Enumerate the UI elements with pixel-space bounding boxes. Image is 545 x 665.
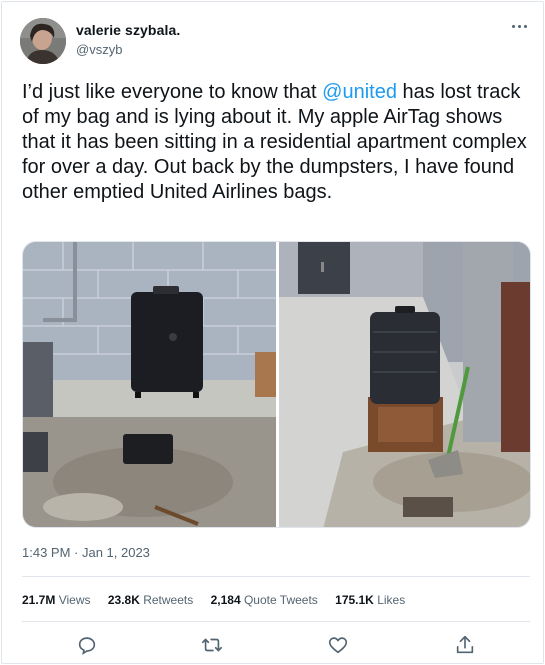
divider [22,621,530,622]
stat-value: 21.7M [22,593,56,607]
tweet-media[interactable] [22,241,531,528]
like-icon[interactable] [327,634,349,656]
tweet-stats: 21.7M Views 23.8K Retweets 2,184 Quote T… [22,593,419,607]
stat-value: 175.1K [335,593,374,607]
avatar[interactable] [20,18,66,64]
stat-value: 23.8K [107,593,140,607]
tweet-text-part: I’d just like everyone to know that [22,81,323,103]
avatar-image [20,18,66,64]
user-name[interactable]: valerie szybala. [76,22,180,38]
stat-views: 21.7M Views [22,593,91,607]
more-dots-icon[interactable] [510,22,530,32]
tweet-card: valerie szybala. @vszyb I’d just like ev… [1,1,544,664]
user-handle[interactable]: @vszyb [76,42,122,57]
stat-value: 2,184 [210,593,241,607]
stat-likes[interactable]: 175.1K Likes [335,593,405,607]
stat-label: Likes [377,593,406,607]
tweet-text: I’d just like everyone to know that @uni… [22,80,530,205]
photo-left[interactable] [23,242,276,528]
mention-link[interactable]: @united [322,81,397,103]
retweet-icon[interactable] [201,634,223,656]
reply-icon[interactable] [76,634,98,656]
divider [22,576,530,577]
tweet-timestamp[interactable]: 1:43 PM · Jan 1, 2023 [22,545,150,560]
stat-retweets[interactable]: 23.8K Retweets [108,593,193,607]
stat-label: Retweets [143,593,194,607]
stat-quote-tweets[interactable]: 2,184 Quote Tweets [211,593,318,607]
share-icon[interactable] [454,634,476,656]
stat-label: Quote Tweets [243,593,318,607]
photo-right[interactable] [279,242,531,528]
stat-label: Views [58,593,91,607]
